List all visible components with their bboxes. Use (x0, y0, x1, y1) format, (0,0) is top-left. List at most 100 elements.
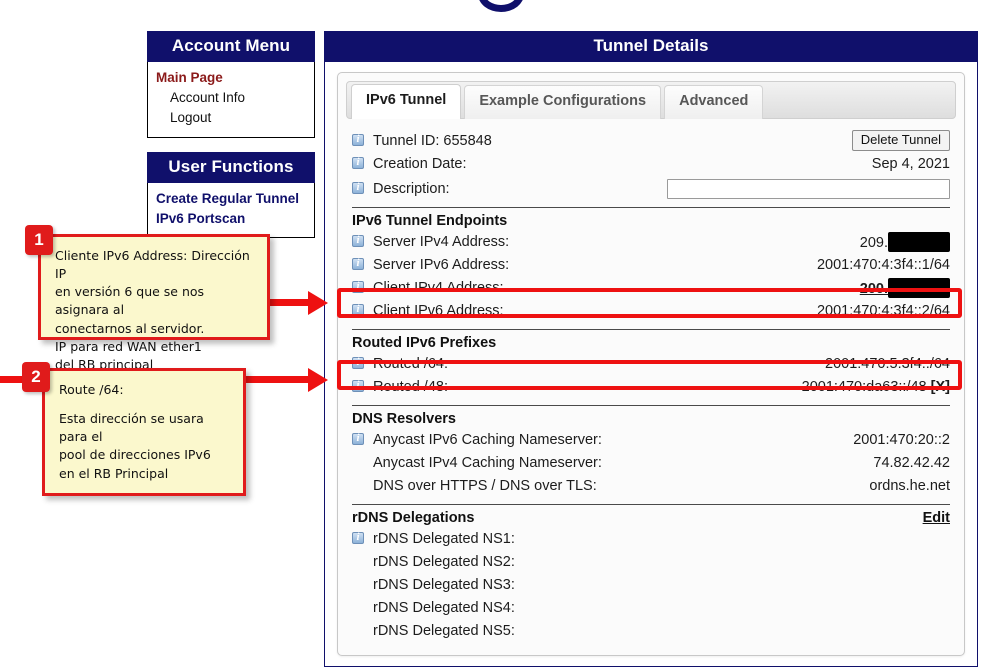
server-ipv4-label: Server IPv4 Address: (373, 234, 860, 250)
info-icon[interactable] (352, 181, 373, 197)
client-ipv4-text: 200. (860, 281, 888, 297)
annotation-badge-2: 2 (22, 362, 50, 392)
rdns-edit-link[interactable]: Edit (923, 510, 950, 526)
tab-example-configurations[interactable]: Example Configurations (464, 85, 661, 119)
server-ipv4-text: 209. (860, 235, 888, 251)
note-1-line-3: conectarnos al servidor. (55, 320, 255, 338)
info-icon[interactable] (352, 379, 373, 395)
client-ipv4-label: Client IPv4 Address: (373, 280, 860, 296)
anycast-ipv6-row: Anycast IPv6 Caching Nameserver: 2001:47… (352, 428, 950, 451)
creation-date-value: Sep 4, 2021 (872, 156, 950, 172)
note-2-title: Route /64: (59, 381, 231, 399)
rdns-ns1-label: rDNS Delegated NS1: (373, 531, 950, 547)
tab-bar: IPv6 Tunnel Example Configurations Advan… (346, 81, 956, 119)
creation-date-label: Creation Date: (373, 156, 872, 172)
user-functions-panel: User Functions Create Regular Tunnel IPv… (147, 152, 315, 238)
tab-advanced[interactable]: Advanced (664, 85, 763, 119)
rdns-ns5-row: rDNS Delegated NS5: (352, 619, 950, 642)
routed-48-value: 2001:470:da63::/48 [X] (802, 379, 950, 395)
sidebar-item-main-page[interactable]: Main Page (148, 68, 314, 88)
info-icon[interactable] (352, 356, 373, 372)
he-net-logo-icon (478, 0, 524, 12)
anycast-ipv6-label: Anycast IPv6 Caching Nameserver: (373, 432, 853, 448)
account-menu-title: Account Menu (147, 31, 315, 62)
tunnel-id-row: Tunnel ID: 655848 Delete Tunnel (352, 129, 950, 152)
note-2-line-1: Esta dirección se usara para el (59, 410, 231, 446)
user-functions-title: User Functions (147, 152, 315, 183)
creation-date-row: Creation Date: Sep 4, 2021 (352, 152, 950, 175)
info-icon[interactable] (352, 234, 373, 250)
doh-dot-row: DNS over HTTPS / DNS over TLS: ordns.he.… (352, 474, 950, 497)
routed-48-text: 2001:470:da63::/48 (802, 379, 927, 395)
server-ipv6-row: Server IPv6 Address: 2001:470:4:3f4::1/6… (352, 253, 950, 276)
info-icon[interactable] (352, 303, 373, 319)
account-menu-body: Main Page Account Info Logout (147, 62, 315, 138)
annotation-arrow-1-head (308, 291, 328, 315)
routed-48-row: Routed /48: 2001:470:da63::/48 [X] (352, 375, 950, 398)
anycast-ipv4-row: Anycast IPv4 Caching Nameserver: 74.82.4… (352, 451, 950, 474)
divider (352, 329, 950, 330)
note-1-line-2: en versión 6 que se nos asignara al (55, 283, 255, 319)
client-ipv4-value: 200. (860, 278, 950, 298)
endpoints-section-title: IPv6 Tunnel Endpoints (352, 213, 950, 229)
sidebar-item-account-info[interactable]: Account Info (148, 88, 314, 108)
account-menu-panel: Account Menu Main Page Account Info Logo… (147, 31, 315, 138)
description-label: Description: (373, 181, 667, 197)
delete-tunnel-cell: Delete Tunnel (852, 130, 950, 152)
divider (352, 504, 950, 505)
routed-section-title: Routed IPv6 Prefixes (352, 335, 950, 351)
info-icon[interactable] (352, 257, 373, 273)
tab-ipv6-tunnel[interactable]: IPv6 Tunnel (351, 84, 461, 119)
description-input[interactable] (667, 179, 950, 199)
divider (352, 207, 950, 208)
annotation-note-1: Cliente IPv6 Address: Dirección IP en ve… (38, 234, 270, 340)
tunnel-details-panel: Tunnel Details IPv6 Tunnel Example Confi… (324, 31, 978, 667)
rdns-ns5-label: rDNS Delegated NS5: (373, 623, 950, 639)
redaction-box (888, 232, 950, 252)
info-icon[interactable] (352, 133, 373, 149)
page-title: Tunnel Details (324, 31, 978, 62)
note-1-line-4: IP para red WAN ether1 (55, 338, 255, 356)
annotation-arrow-2-head (308, 368, 328, 392)
tunnel-details-body: IPv6 Tunnel Example Configurations Advan… (324, 62, 978, 667)
client-ipv6-row: Client IPv6 Address: 2001:470:4:3f4::2/6… (352, 299, 950, 322)
tunnel-id-label: Tunnel ID: 655848 (373, 133, 852, 149)
sidebar: Account Menu Main Page Account Info Logo… (147, 31, 315, 252)
info-icon[interactable] (352, 280, 373, 296)
redaction-box (888, 278, 950, 298)
client-ipv6-value: 2001:470:4:3f4::2/64 (817, 303, 950, 319)
sidebar-item-ipv6-portscan[interactable]: IPv6 Portscan (148, 209, 314, 229)
annotation-note-2: Route /64: Esta dirección se usara para … (42, 368, 246, 496)
sidebar-item-create-regular-tunnel[interactable]: Create Regular Tunnel (148, 189, 314, 209)
rdns-title-text: rDNS Delegations (352, 510, 474, 526)
server-ipv4-value: 209. (860, 232, 950, 252)
annotation-badge-1: 1 (25, 225, 53, 255)
rdns-ns3-row: rDNS Delegated NS3: (352, 573, 950, 596)
note-1-line-1: Cliente IPv6 Address: Dirección IP (55, 247, 255, 283)
info-icon[interactable] (352, 531, 373, 547)
note-2-line-2: pool de direcciones IPv6 (59, 446, 231, 464)
routed-64-row: Routed /64: 2001:470:5:3f4::/64 (352, 352, 950, 375)
rdns-ns4-row: rDNS Delegated NS4: (352, 596, 950, 619)
routed-64-value: 2001:470:5:3f4::/64 (825, 356, 950, 372)
server-ipv4-row: Server IPv4 Address: 209. (352, 230, 950, 253)
doh-dot-label: DNS over HTTPS / DNS over TLS: (373, 478, 869, 494)
delete-tunnel-button[interactable]: Delete Tunnel (852, 130, 950, 152)
anycast-ipv4-value: 74.82.42.42 (873, 455, 950, 471)
ipv6-tunnel-tab-content: Tunnel ID: 655848 Delete Tunnel Creation… (346, 119, 956, 642)
rdns-section-title: rDNS Delegations Edit (352, 510, 950, 526)
anycast-ipv4-label: Anycast IPv4 Caching Nameserver: (373, 455, 873, 471)
routed-48-label: Routed /48: (373, 379, 802, 395)
server-ipv6-label: Server IPv6 Address: (373, 257, 817, 273)
dns-section-title: DNS Resolvers (352, 411, 950, 427)
description-cell (667, 179, 950, 199)
note-2-line-3: en el RB Principal (59, 465, 231, 483)
sidebar-item-logout[interactable]: Logout (148, 108, 314, 128)
routed-48-remove-link[interactable]: [X] (931, 379, 950, 395)
rdns-ns1-row: rDNS Delegated NS1: (352, 527, 950, 550)
client-ipv6-label: Client IPv6 Address: (373, 303, 817, 319)
client-ipv4-row: Client IPv4 Address: 200. (352, 276, 950, 299)
rdns-ns2-label: rDNS Delegated NS2: (373, 554, 950, 570)
info-icon[interactable] (352, 156, 373, 172)
info-icon[interactable] (352, 432, 373, 448)
